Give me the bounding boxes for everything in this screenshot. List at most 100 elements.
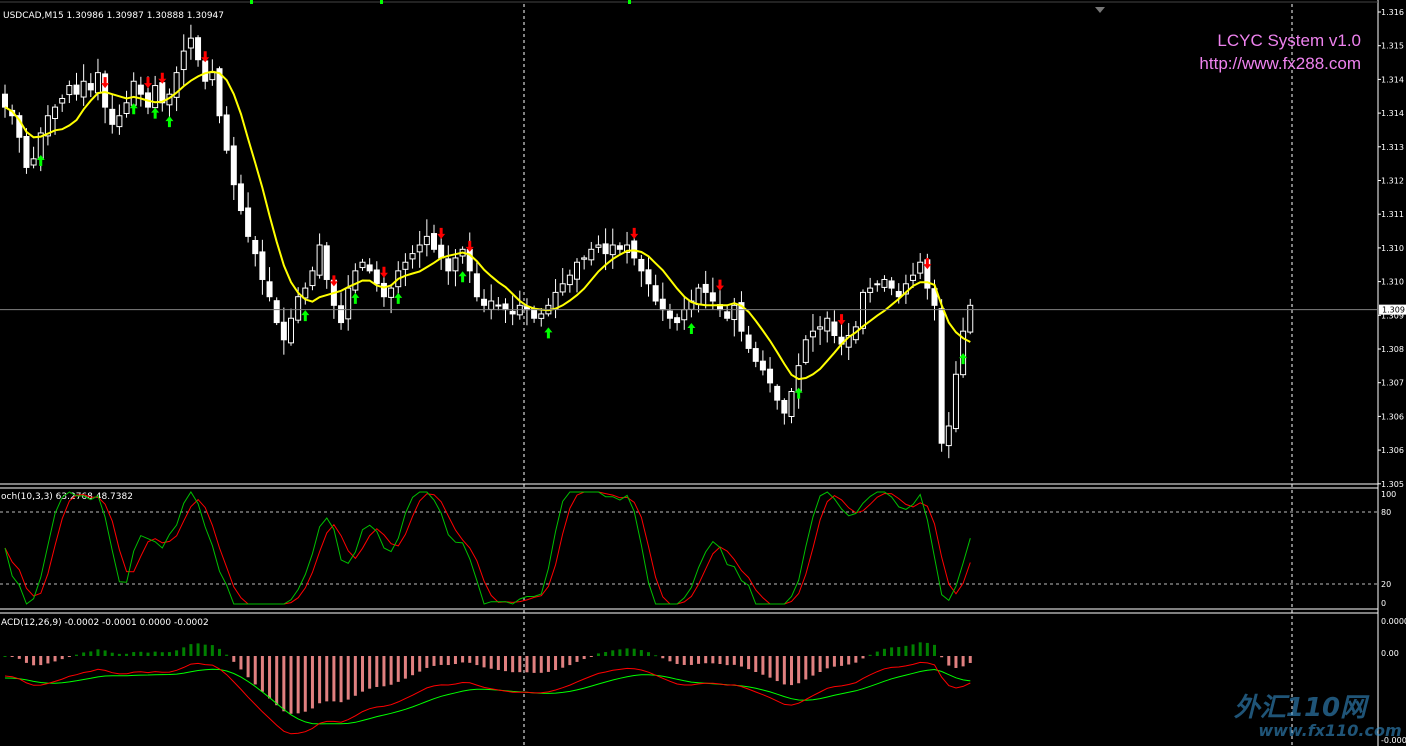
- macd-bar: [432, 656, 436, 666]
- stoch-tick-20: 20: [1381, 580, 1391, 589]
- price-tick: 1.307: [1381, 379, 1404, 388]
- macd-bar: [368, 656, 372, 689]
- price-tick: 1.310: [1381, 244, 1404, 253]
- macd-bar: [604, 652, 608, 656]
- macd-bar: [754, 656, 758, 672]
- macd-bar: [296, 656, 300, 714]
- macd-bar: [582, 656, 586, 660]
- price-tick: 1.314: [1381, 109, 1404, 118]
- macd-bar: [439, 656, 443, 665]
- stoch-tick-80: 80: [1381, 508, 1391, 517]
- macd-bar: [732, 656, 736, 665]
- macd-bar: [904, 645, 908, 656]
- macd-bar: [3, 656, 7, 657]
- macd-bar: [96, 649, 100, 656]
- macd-bar: [668, 656, 672, 662]
- trading-chart[interactable]: USDCAD,M15 1.30986 1.30987 1.30888 1.309…: [0, 0, 1406, 746]
- macd-bar: [697, 656, 701, 664]
- symbol-header: USDCAD,M15 1.30986 1.30987 1.30888 1.309…: [3, 11, 224, 21]
- macd-bar: [418, 656, 422, 672]
- macd-bar: [947, 656, 951, 666]
- macd-bar: [482, 656, 486, 668]
- macd-bar: [854, 656, 858, 663]
- macd-bar: [461, 656, 465, 663]
- macd-bar: [804, 656, 808, 680]
- price-tick: 1.310: [1381, 278, 1404, 287]
- macd-bar: [632, 648, 636, 656]
- macd-bar: [739, 656, 743, 667]
- macd-bar: [589, 656, 593, 657]
- macd-bar: [718, 656, 722, 664]
- macd-bar: [182, 647, 186, 656]
- macd-bar: [310, 656, 314, 709]
- macd-bar: [253, 656, 257, 685]
- system-url[interactable]: http://www.fx288.com: [1199, 54, 1361, 73]
- macd-bar: [275, 656, 279, 706]
- macd-bar: [475, 656, 479, 666]
- macd-bar: [596, 653, 600, 656]
- macd-bar: [282, 656, 286, 712]
- candle: [802, 335, 809, 365]
- macd-bar: [375, 656, 379, 687]
- macd-bar: [425, 656, 429, 668]
- macd-bar: [160, 652, 164, 656]
- macd-bar: [153, 651, 157, 656]
- price-tick: 1.315: [1381, 42, 1404, 51]
- macd-bar: [768, 656, 772, 678]
- macd-bar: [611, 650, 615, 656]
- price-tick: 1.311: [1381, 210, 1404, 219]
- macd-bar: [782, 656, 786, 685]
- macd-bar: [832, 656, 836, 667]
- macd-bar: [89, 651, 93, 656]
- macd-bar: [67, 656, 71, 657]
- macd-bar: [346, 656, 350, 700]
- macd-bar: [403, 656, 407, 679]
- macd-bar: [361, 656, 364, 692]
- price-tick: 1.314: [1381, 75, 1404, 84]
- macd-bar: [825, 656, 829, 669]
- macd-bar: [811, 656, 815, 676]
- macd-tick-top: 0.0000: [1381, 617, 1406, 626]
- macd-bar: [468, 656, 472, 663]
- current-price-box: 1.309: [1379, 304, 1406, 315]
- macd-bar: [139, 651, 143, 656]
- macd-bar: [504, 656, 507, 672]
- macd-bar: [525, 656, 529, 673]
- macd-bar: [75, 654, 78, 656]
- macd-bar: [175, 650, 179, 656]
- macd-bar: [747, 656, 751, 670]
- macd-bar: [268, 656, 272, 699]
- macd-bar: [532, 656, 536, 673]
- macd-bar: [639, 650, 643, 656]
- watermark-url: www.fx110.com: [1258, 721, 1401, 740]
- macd-bar: [861, 656, 865, 659]
- macd-bar: [647, 652, 650, 656]
- macd-bar: [103, 650, 107, 656]
- macd-bar: [561, 656, 565, 668]
- macd-bar: [968, 656, 972, 663]
- macd-tick-mid: 0.00: [1381, 649, 1399, 658]
- macd-bar: [303, 656, 307, 712]
- macd-bar: [882, 648, 886, 656]
- macd-bar: [654, 655, 658, 657]
- macd-bar: [196, 643, 200, 656]
- macd-bar: [382, 656, 386, 687]
- macd-bar: [539, 656, 543, 673]
- price-tick: 1.316: [1381, 8, 1404, 17]
- macd-bar: [110, 652, 114, 656]
- macd-bar: [661, 656, 665, 659]
- candle: [938, 299, 945, 452]
- macd-bar: [797, 656, 801, 684]
- current-price-label: 1.309: [1382, 306, 1405, 315]
- macd-bar: [389, 656, 393, 685]
- macd-bar: [396, 656, 400, 682]
- macd-bar: [840, 656, 844, 666]
- price-tick: 1.306: [1381, 412, 1404, 421]
- macd-bar: [325, 656, 329, 702]
- candle: [273, 297, 280, 326]
- macd-bar: [546, 656, 550, 672]
- chart-background: [0, 0, 1406, 746]
- macd-bar: [117, 653, 121, 656]
- macd-bar: [125, 653, 129, 656]
- macd-bar: [954, 656, 958, 668]
